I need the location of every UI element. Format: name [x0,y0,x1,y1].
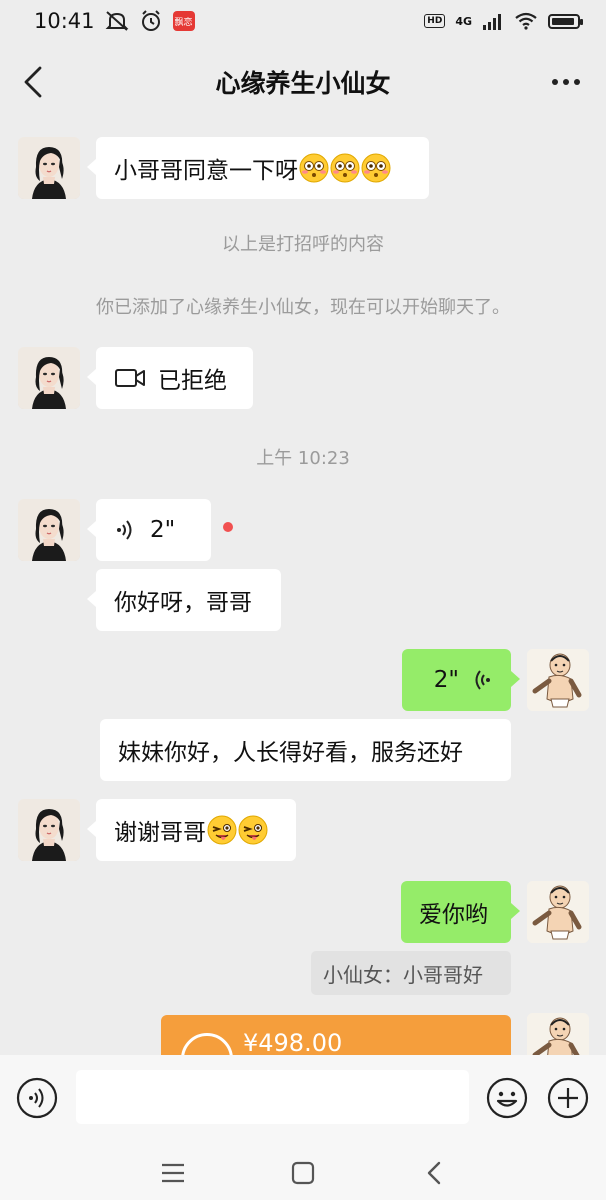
voice-input-icon[interactable] [16,1077,58,1119]
status-bar: 10:41 飘恋 HD 4G [0,0,606,42]
alarm-icon [141,10,160,31]
contact-avatar[interactable] [18,137,80,199]
network-label: 4G [455,14,472,28]
flushed-emoji-icon [330,153,360,183]
video-camera-icon [115,369,145,387]
app-notification-icon: 飘恋 [172,11,195,31]
wink-tongue-emoji-icon [238,815,268,845]
video-call-bubble[interactable]: 已拒绝 [87,347,253,409]
my-avatar[interactable] [527,649,589,711]
menu-lines-icon[interactable] [160,1162,186,1184]
contact-avatar[interactable] [18,499,80,561]
voice-wave-icon [117,520,132,540]
message-bubble[interactable]: 你好呀，哥哥 [87,569,281,631]
voice-duration: 2" [433,667,459,693]
mute-icon [105,11,128,31]
system-note: 你已添加了心缘养生小仙女，现在可以开始聊天了。 [96,297,510,318]
back-triangle-icon[interactable] [425,1160,443,1186]
home-square-icon[interactable] [291,1161,315,1185]
chat-header: 心缘养生小仙女 [0,42,606,122]
time-divider: 上午 10:23 [256,448,350,469]
smiley-icon[interactable] [486,1077,528,1119]
unread-dot [223,522,233,532]
quote-text: 小仙女：小哥哥好 [323,962,483,987]
voice-wave-icon [475,670,490,690]
signal-icon [483,14,501,30]
chat-title: 心缘养生小仙女 [215,69,391,98]
message-text: 谢谢哥哥 [114,820,206,846]
wink-tongue-emoji-icon [207,815,237,845]
message-bubble[interactable]: 爱你哟 [401,881,520,943]
message-bubble[interactable]: 谢谢哥哥 [87,799,296,861]
more-dots-icon[interactable] [550,72,582,92]
contact-avatar[interactable] [18,799,80,861]
input-bar [0,1055,606,1140]
status-time: 10:41 [34,9,95,33]
system-navigation-bar [0,1140,606,1200]
transfer-amount: ¥498.00 [243,1029,343,1057]
video-call-status: 已拒绝 [158,368,227,394]
back-chevron-icon[interactable] [20,64,50,100]
plus-circle-icon[interactable] [547,1077,589,1119]
voice-duration: 2" [150,517,176,543]
message-text: 爱你哟 [419,902,488,928]
message-input[interactable] [76,1070,469,1124]
wifi-icon [515,12,537,30]
voice-message-bubble[interactable]: 2" [402,649,520,711]
message-text: 妹妹你好，人长得好看，服务还好 [118,740,463,766]
message-bubble[interactable]: 小哥哥同意一下呀 [87,137,429,199]
message-bubble[interactable]: 妹妹你好，人长得好看，服务还好 [100,719,511,781]
my-avatar[interactable] [527,881,589,943]
hd-badge: HD [424,14,446,28]
battery-icon [548,13,583,29]
flushed-emoji-icon [299,153,329,183]
voice-message-bubble[interactable]: 2" [87,499,211,561]
quote-reference[interactable]: 小仙女：小哥哥好 [311,951,511,995]
flushed-emoji-icon [361,153,391,183]
system-note: 以上是打招呼的内容 [222,234,384,255]
message-text: 小哥哥同意一下呀 [114,158,298,184]
contact-avatar[interactable] [18,347,80,409]
message-text: 你好呀，哥哥 [114,590,252,616]
